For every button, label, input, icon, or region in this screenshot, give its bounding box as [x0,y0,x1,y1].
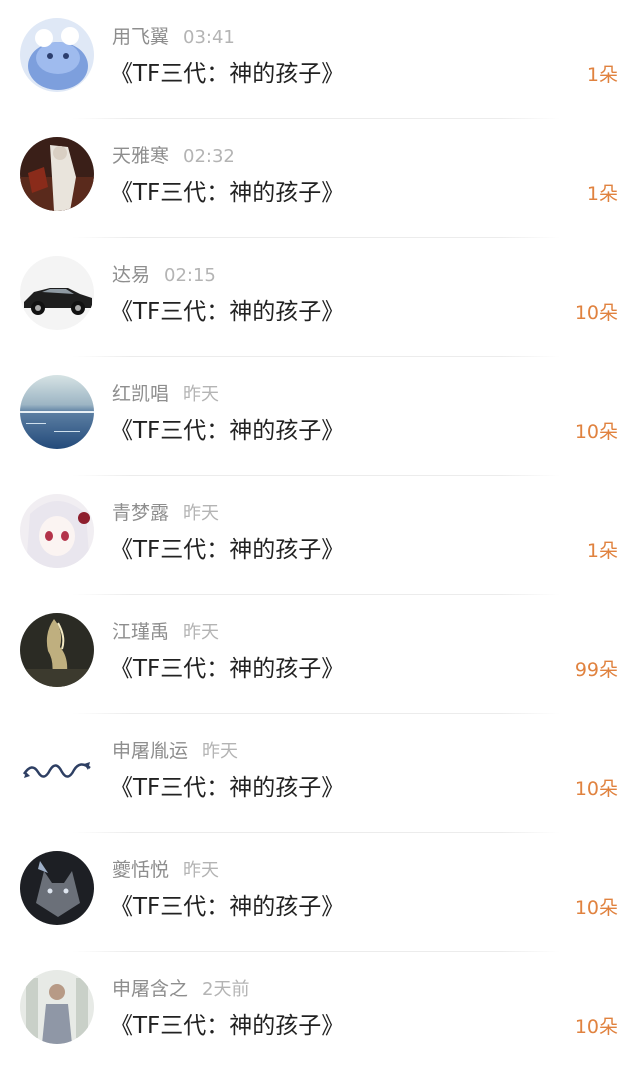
avatar[interactable] [20,970,94,1044]
sender-name: 用飞翼 03:41 [112,24,235,51]
list-item[interactable]: 红凯唱 昨天 《TF三代：神的孩子》 10朵 [0,357,640,476]
gift-title: 《TF三代：神的孩子》 [110,299,345,325]
avatar[interactable] [20,256,94,330]
sender-name: 青梦露 昨天 [112,500,219,527]
gift-title: 《TF三代：神的孩子》 [110,1013,345,1039]
list-item[interactable]: 青梦露 昨天 《TF三代：神的孩子》 1朵 [0,476,640,595]
person-photo-avatar-icon [20,970,94,1044]
sender-name: 江瑾禹 昨天 [112,619,219,646]
gift-title: 《TF三代：神的孩子》 [110,894,345,920]
sender-name-text: 江瑾禹 [112,621,170,643]
avatar[interactable] [20,851,94,925]
flower-count: 10朵 [574,1016,618,1038]
gift-title: 《TF三代：神的孩子》 [110,180,345,206]
avatar[interactable] [20,137,94,211]
sender-name-text: 夔恬悦 [112,859,170,881]
avatar[interactable] [20,732,94,806]
send-time: 昨天 [183,860,220,881]
list-item[interactable]: 天雅寒 02:32 《TF三代：神的孩子》 1朵 [0,119,640,238]
gift-title: 《TF三代：神的孩子》 [110,537,345,563]
avatar[interactable] [20,18,94,92]
sender-name: 申屠含之 2天前 [112,976,249,1003]
flower-count: 10朵 [574,421,618,443]
send-time: 02:32 [183,146,235,167]
flower-count: 1朵 [586,540,618,562]
flower-count: 10朵 [574,778,618,800]
send-time: 昨天 [183,384,220,405]
sender-name-text: 青梦露 [112,502,170,524]
sender-name-text: 申屠胤运 [112,740,189,762]
gift-record-list: 用飞翼 03:41 《TF三代：神的孩子》 1朵 天雅寒 02:32 《TF三代：神… [0,0,640,1074]
sender-name: 夔恬悦 昨天 [112,857,219,884]
sender-name-text: 达易 [112,264,151,286]
list-item[interactable]: 江瑾禹 昨天 《TF三代：神的孩子》 99朵 [0,595,640,714]
list-item[interactable]: 达易 02:15 《TF三代：神的孩子》 10朵 [0,238,640,357]
send-time: 2天前 [202,979,250,1000]
send-time: 02:15 [164,265,216,286]
gift-title: 《TF三代：神的孩子》 [110,775,345,801]
avatar[interactable] [20,494,94,568]
sender-name: 达易 02:15 [112,262,216,289]
sender-name-text: 用飞翼 [112,26,170,48]
classic-car-avatar-icon [20,256,94,330]
flower-count: 10朵 [574,302,618,324]
list-item[interactable]: 用飞翼 03:41 《TF三代：神的孩子》 1朵 [0,0,640,119]
gift-title: 《TF三代：神的孩子》 [110,418,345,444]
flower-count: 1朵 [586,183,618,205]
list-item[interactable]: 申屠含之 2天前 《TF三代：神的孩子》 10朵 [0,952,640,1071]
gift-title: 《TF三代：神的孩子》 [110,656,345,682]
gift-title: 《TF三代：神的孩子》 [110,61,345,87]
sender-name: 申屠胤运 昨天 [112,738,238,765]
signature-avatar-icon [20,732,94,806]
sender-name: 天雅寒 02:32 [112,143,235,170]
flower-count: 10朵 [574,897,618,919]
list-item[interactable]: 申屠胤运 昨天 《TF三代：神的孩子》 10朵 [0,714,640,833]
anime-girl-avatar-icon [20,494,94,568]
send-time: 昨天 [183,622,220,643]
send-time: 03:41 [183,27,235,48]
dark-scene-avatar-icon [20,137,94,211]
cartoon-blob-avatar-icon [20,18,94,92]
send-time: 昨天 [202,741,239,762]
avatar[interactable] [20,613,94,687]
avatar[interactable] [20,375,94,449]
ocean-avatar-icon [20,375,94,449]
flower-count: 1朵 [586,64,618,86]
sender-name-text: 天雅寒 [112,145,170,167]
list-item[interactable]: 夔恬悦 昨天 《TF三代：神的孩子》 10朵 [0,833,640,952]
sender-name-text: 红凯唱 [112,383,170,405]
flower-count: 99朵 [574,659,618,681]
wolf-avatar-icon [20,851,94,925]
golden-figure-avatar-icon [20,613,94,687]
send-time: 昨天 [183,503,220,524]
sender-name-text: 申屠含之 [112,978,189,1000]
sender-name: 红凯唱 昨天 [112,381,219,408]
